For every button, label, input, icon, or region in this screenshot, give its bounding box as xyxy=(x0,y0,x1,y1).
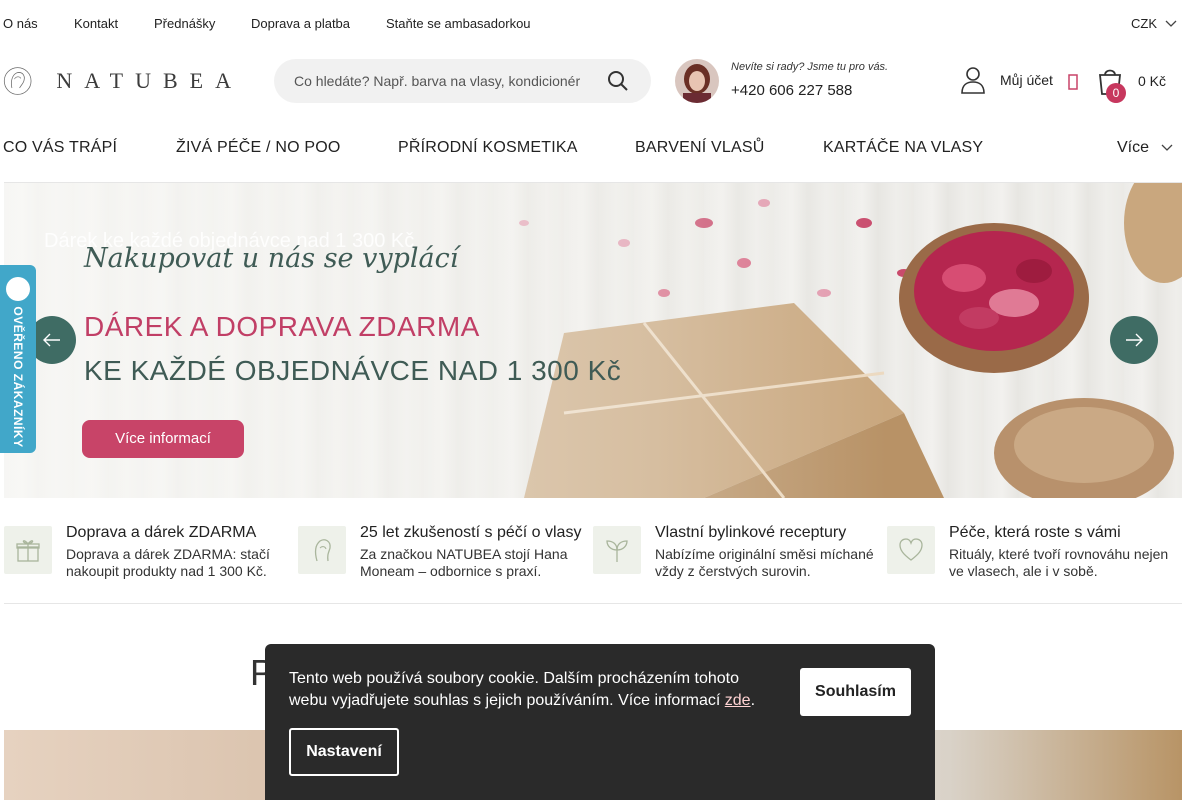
verified-customers-tab[interactable]: OVĚŘENO ZÁKAZNÍKY xyxy=(0,265,36,453)
hero-more-info-button[interactable]: Více informací xyxy=(82,420,244,458)
heart-icon xyxy=(887,526,935,574)
cookie-more-info-link[interactable]: zde xyxy=(725,692,751,709)
user-icon xyxy=(961,67,985,94)
cookie-message: Tento web používá soubory cookie. Dalším… xyxy=(289,670,756,709)
support-person-icon xyxy=(675,59,719,103)
feature-item: Vlastní bylinkové receptury Nabízíme ori… xyxy=(593,522,883,592)
chevron-down-icon xyxy=(1161,144,1173,151)
nav-item-natural-cosmetics[interactable]: PŘÍRODNÍ KOSMETIKA xyxy=(398,139,578,157)
woman-profile-icon xyxy=(298,526,346,574)
arrow-right-icon xyxy=(1126,333,1143,347)
gift-icon xyxy=(4,526,52,574)
logo-face-icon xyxy=(3,67,32,95)
sprout-icon xyxy=(593,526,641,574)
currency-selector[interactable]: CZK xyxy=(1131,16,1177,31)
feature-item: Doprava a dárek ZDARMA Doprava a dárek Z… xyxy=(4,522,294,592)
cookie-accept-button[interactable]: Souhlasím xyxy=(800,668,911,716)
site-logo[interactable]: NATUBEA xyxy=(3,58,243,104)
feature-item: Péče, která roste s vámi Rituály, které … xyxy=(887,522,1177,592)
feature-description: Rituály, které tvoří rovnováhu nejen ve … xyxy=(949,546,1169,579)
top-link-lectures[interactable]: Přednášky xyxy=(154,16,215,31)
nav-item-hair-brushes[interactable]: KARTÁČE NA VLASY xyxy=(823,139,983,157)
feature-title: Doprava a dárek ZDARMA xyxy=(66,524,257,541)
arrow-left-icon xyxy=(43,333,60,347)
chevron-down-icon xyxy=(1165,20,1177,27)
nav-item-concerns[interactable]: CO VÁS TRÁPÍ xyxy=(3,139,117,157)
favorites-icon[interactable] xyxy=(1068,74,1078,90)
feature-description: Nabízíme originální směsi míchané vždy z… xyxy=(655,546,874,579)
features-divider xyxy=(4,603,1182,604)
account-label: Můj účet xyxy=(1000,72,1053,88)
cookie-settings-button[interactable]: Nastavení xyxy=(289,728,399,776)
hero-next-button[interactable] xyxy=(1110,316,1158,364)
search-icon[interactable] xyxy=(606,69,630,93)
feature-description: Doprava a dárek ZDARMA: stačí nakoupit p… xyxy=(66,546,270,579)
feature-title: Vlastní bylinkové receptury xyxy=(655,524,847,541)
support-help-text: Nevíte si rady? Jsme tu pro vás. xyxy=(731,61,889,73)
cart-total[interactable]: 0 Kč xyxy=(1138,73,1166,89)
nav-more-dropdown[interactable]: Více xyxy=(1117,139,1173,157)
verified-customers-label: OVĚŘENO ZÁKAZNÍKY xyxy=(11,306,25,448)
nav-more-label: Více xyxy=(1117,139,1150,156)
hero-headline-1: DÁREK A DOPRAVA ZDARMA xyxy=(84,311,480,342)
feature-title: Péče, která roste s vámi xyxy=(949,524,1121,541)
top-utility-bar: O nás Kontakt Přednášky Doprava a platba… xyxy=(0,0,1200,46)
support-avatar xyxy=(675,59,719,103)
feature-description: Za značkou NATUBEA stojí Hana Moneam – o… xyxy=(360,546,568,579)
cart-count-badge: 0 xyxy=(1106,83,1126,103)
hero-script-title: Nakupovat u nás se vyplácí xyxy=(84,243,459,274)
logo-text: NATUBEA xyxy=(56,68,243,93)
nav-item-hair-coloring[interactable]: BARVENÍ VLASŮ xyxy=(635,139,764,157)
top-link-contact[interactable]: Kontakt xyxy=(74,16,118,31)
search-box xyxy=(274,59,651,103)
feature-item: 25 let zkušeností s péčí o vlasy Za znač… xyxy=(298,522,588,592)
top-link-ambassador[interactable]: Staňte se ambasadorkou xyxy=(386,16,531,31)
cookie-message-text: Tento web používá soubory cookie. Dalším… xyxy=(289,670,740,709)
verified-badge-icon xyxy=(6,277,30,301)
search-input[interactable] xyxy=(294,59,594,103)
hero-headline-2: KE KAŽDÉ OBJEDNÁVCE NAD 1 300 Kč xyxy=(84,355,622,386)
top-link-about[interactable]: O nás xyxy=(3,16,38,31)
nav-item-live-care[interactable]: ŽIVÁ PÉČE / NO POO xyxy=(176,139,341,157)
currency-label: CZK xyxy=(1131,16,1157,31)
cookie-consent-bar: Tento web používá soubory cookie. Dalším… xyxy=(265,644,935,800)
feature-title: 25 let zkušeností s péčí o vlasy xyxy=(360,524,582,541)
hero-banner[interactable]: Dárek ke každé objednávce nad 1 300 Kč N… xyxy=(4,183,1182,498)
account-link[interactable]: Můj účet xyxy=(960,66,1053,94)
top-link-shipping[interactable]: Doprava a platba xyxy=(251,16,350,31)
support-phone[interactable]: +420 606 227 588 xyxy=(731,82,852,99)
